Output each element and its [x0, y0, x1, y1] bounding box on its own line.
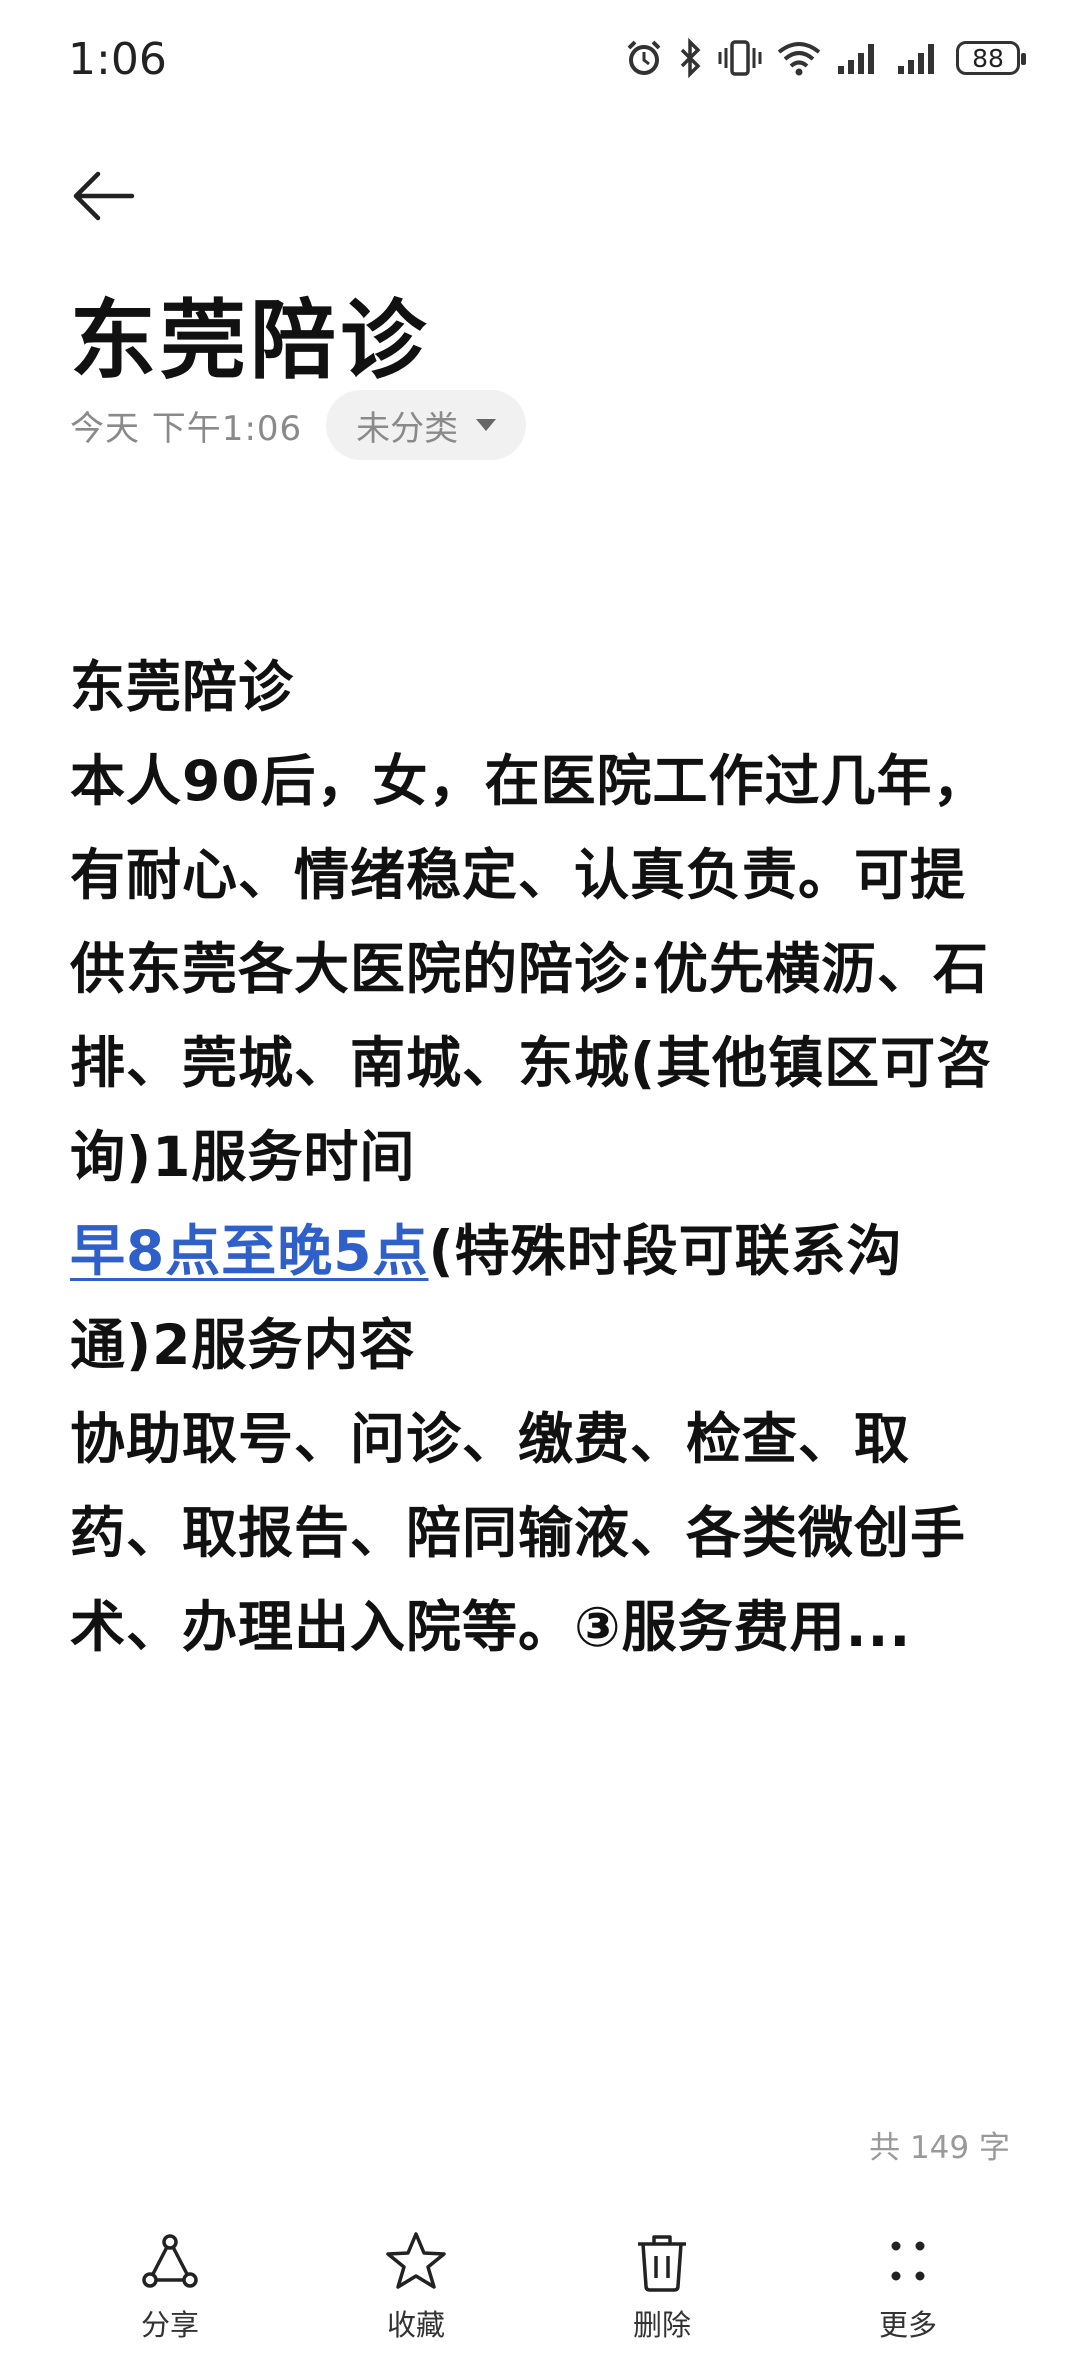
more-label: 更多	[878, 2308, 937, 2342]
share-label: 分享	[140, 2308, 199, 2342]
favorite-label: 收藏	[386, 2308, 445, 2342]
more-button[interactable]: 更多	[828, 2228, 988, 2344]
status-icons: 88	[624, 38, 1026, 78]
delete-label: 删除	[632, 2308, 691, 2342]
trash-icon	[638, 2235, 686, 2292]
note-body-text-1: 本人90后，女，在医院工作过几年，有耐心、情绪稳定、认真负责。可提供东莞各大医院…	[70, 749, 993, 1189]
battery-level: 88	[972, 43, 1004, 73]
note-body-text-3: 协助取号、问诊、缴费、检查、取药、取报告、陪同输液、各类微创手术、办理出入院等。…	[70, 1407, 967, 1659]
vibrate-icon	[718, 40, 762, 76]
back-button[interactable]	[68, 160, 140, 232]
bottom-toolbar: 分享 收藏 删除 更多	[0, 2228, 1080, 2355]
star-icon	[386, 2232, 446, 2289]
delete-button[interactable]: 删除	[582, 2228, 742, 2344]
signal-icon-2	[898, 44, 934, 74]
note-body-title: 东莞陪诊	[70, 655, 295, 719]
status-time: 1:06	[68, 34, 167, 85]
note-body-para: 本人90后，女，在医院工作过几年，有耐心、情绪稳定、认真负责。可提供东莞各大医院…	[70, 734, 1010, 1392]
note-meta: 今天 下午1:06 未分类	[70, 390, 527, 460]
bluetooth-icon	[680, 38, 701, 78]
note-date: 今天 下午1:06	[70, 408, 303, 449]
favorite-button[interactable]: 收藏	[336, 2228, 496, 2344]
alarm-icon	[627, 40, 661, 75]
word-count: 共 149 字	[869, 2130, 1010, 2166]
category-selector[interactable]: 未分类	[326, 390, 527, 460]
share-button[interactable]: 分享	[90, 2228, 250, 2344]
more-dots-icon	[891, 2241, 925, 2281]
share-icon	[142, 2234, 198, 2288]
time-link[interactable]: 早8点至晚5点	[70, 1219, 429, 1283]
wifi-icon	[777, 42, 821, 76]
back-arrow-icon	[73, 171, 135, 221]
status-bar: 1:06 88	[0, 0, 1080, 120]
category-label: 未分类	[356, 408, 459, 449]
battery-indicator: 88	[956, 41, 1026, 75]
note-title[interactable]: 东莞陪诊	[70, 270, 430, 395]
dropdown-triangle-icon	[476, 419, 497, 431]
note-body[interactable]: 东莞陪诊 本人90后，女，在医院工作过几年，有耐心、情绪稳定、认真负责。可提供东…	[70, 640, 1010, 1674]
signal-icon	[838, 44, 874, 74]
